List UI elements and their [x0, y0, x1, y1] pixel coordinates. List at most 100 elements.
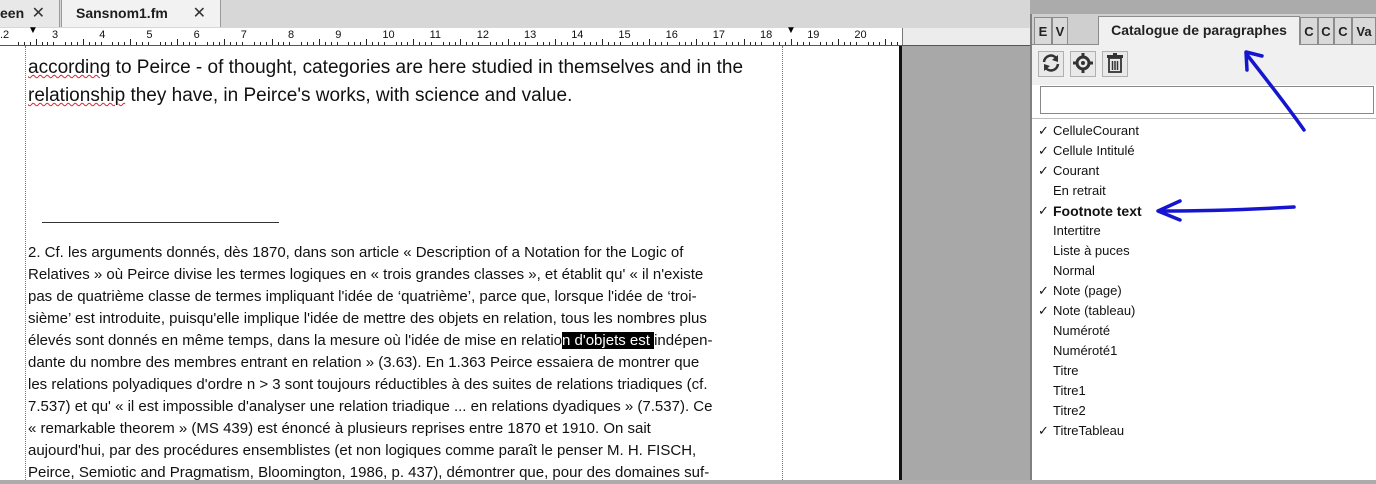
ruler-tick: [584, 42, 586, 45]
paragraph-format-item[interactable]: ✓ Note (tableau): [1032, 301, 1376, 321]
footnote-line: les relations polyadiques d'ordre n > 3 …: [28, 376, 708, 393]
footnote-separator: [42, 222, 279, 223]
close-icon[interactable]: ✕: [32, 0, 45, 27]
ruler-tick: [442, 42, 444, 45]
ruler-label: 18: [760, 29, 773, 41]
text-selection[interactable]: n d'objets est: [562, 332, 655, 349]
ruler-tick: [47, 42, 49, 45]
delete-button[interactable]: [1102, 51, 1128, 77]
text-frame[interactable]: according to Peirce - of thought, catego…: [25, 46, 783, 481]
ruler-tick: [277, 42, 279, 45]
panel-tab-v[interactable]: V: [1052, 17, 1068, 44]
paragraph-format-label: Footnote text: [1053, 203, 1142, 219]
ruler-tick: [666, 42, 668, 45]
paragraph-format-item[interactable]: Titre1: [1032, 381, 1376, 401]
panel-tab-va[interactable]: Va: [1352, 17, 1376, 44]
ruler-tick: [796, 42, 798, 45]
ruler-tick: [879, 42, 881, 45]
paragraph-format-label: Numéroté1: [1053, 343, 1118, 358]
trash-icon: [1107, 53, 1123, 73]
footnote-line: élevés sont donnés en même temps, dans l…: [28, 330, 780, 352]
ruler-tick: [661, 42, 662, 45]
gear-icon: [1073, 53, 1093, 73]
panel-tab-c1[interactable]: C: [1300, 17, 1318, 44]
right-indent-marker[interactable]: ▼: [786, 26, 796, 36]
ruler-tick: [124, 42, 126, 45]
ruler-tick: [330, 42, 332, 45]
ruler-tick: [560, 42, 562, 45]
ruler-label: 6: [193, 29, 200, 41]
paragraph-format-item[interactable]: Intertitre: [1032, 221, 1376, 241]
paragraph-format-item[interactable]: ✓ CelluleCourant: [1032, 121, 1376, 141]
paragraph-format-label: Titre1: [1053, 383, 1086, 398]
check-icon: ✓: [1038, 423, 1049, 438]
ruler-tick: [873, 42, 875, 45]
ruler-tick: [891, 42, 893, 45]
ruler-tick: [230, 42, 232, 45]
ruler-tick: [507, 39, 509, 45]
ruler-tick: [554, 39, 556, 45]
paragraph-format-item[interactable]: Titre2: [1032, 401, 1376, 421]
ruler-tick: [755, 42, 757, 45]
paragraph-format-item[interactable]: Normal: [1032, 261, 1376, 281]
close-icon[interactable]: ✕: [193, 0, 206, 27]
tab-sansnom1[interactable]: Sansnom1.fm ✕: [61, 0, 221, 27]
paragraph-format-list[interactable]: ✓ CelluleCourant ✓ Cellule Intitulé ✓ Courant…: [1032, 118, 1376, 441]
panel-tab-c3[interactable]: C: [1334, 17, 1352, 44]
ruler-tick: [749, 42, 751, 45]
paragraph-format-item[interactable]: ✓ Cellule Intitulé: [1032, 141, 1376, 161]
horizontal-ruler[interactable]: .2 3 4 5 6 7 8 9 10 11 12 13 14 15 16 17 18 19 20 ▼ ▼: [0, 26, 1031, 46]
ruler-tick: [607, 42, 609, 45]
ruler-tick: [885, 39, 887, 45]
ruler-tick: [501, 42, 503, 45]
ruler-tick: [619, 42, 621, 45]
check-icon: ✓: [1038, 143, 1049, 158]
ruler-tick: [177, 39, 179, 45]
paragraph-format-label: Numéroté: [1053, 323, 1111, 338]
ruler-tick: [566, 42, 568, 45]
paragraph-search-input[interactable]: [1040, 86, 1374, 114]
ruler-tick: [495, 42, 497, 45]
body-text[interactable]: according to Peirce - of thought, catego…: [28, 54, 780, 110]
ruler-tick: [849, 42, 851, 45]
ruler-tick: [513, 42, 515, 45]
paragraph-format-item[interactable]: Liste à puces: [1032, 241, 1376, 261]
check-icon: ✓: [1038, 283, 1049, 298]
paragraph-format-item[interactable]: En retrait: [1032, 181, 1376, 201]
ruler-tick: [407, 42, 409, 45]
ruler-tick: [743, 39, 745, 45]
ruler-tick: [843, 42, 845, 45]
ruler-tick: [147, 42, 149, 45]
ruler-tick: [165, 42, 167, 45]
paragraph-format-item[interactable]: ✓ TitreTableau: [1032, 421, 1376, 441]
tab-document-1[interactable]: een ✕: [0, 0, 60, 27]
left-indent-marker[interactable]: ▼: [28, 26, 38, 36]
tab-paragraph-catalog[interactable]: Catalogue de paragraphes: [1098, 16, 1300, 45]
footnote-text-segment: indépen-: [654, 332, 713, 349]
paragraph-format-item[interactable]: Titre: [1032, 361, 1376, 381]
paragraph-format-label: Courant: [1053, 163, 1100, 178]
ruler-tick: [643, 42, 645, 45]
panel-tab-c2[interactable]: C: [1318, 17, 1334, 44]
paragraph-format-item[interactable]: ✓ Courant: [1032, 161, 1376, 181]
paragraph-format-label: En retrait: [1053, 183, 1106, 198]
paragraph-format-item[interactable]: Numéroté1: [1032, 341, 1376, 361]
panel-tab-e[interactable]: E: [1034, 17, 1052, 44]
paragraph-format-item[interactable]: ✓ Note (page): [1032, 281, 1376, 301]
ruler-tick: [808, 42, 810, 45]
ruler-label: 13: [524, 29, 537, 41]
paragraph-format-label: Liste à puces: [1053, 243, 1130, 258]
ruler-tick: [784, 42, 786, 45]
paragraph-format-item[interactable]: Numéroté: [1032, 321, 1376, 341]
ruler-tick: [88, 42, 90, 45]
ruler-tick: [65, 42, 67, 45]
refresh-button[interactable]: [1038, 51, 1064, 77]
ruler-tick: [189, 42, 190, 45]
ruler-tick: [708, 42, 710, 45]
paragraph-format-item[interactable]: ✓ Footnote text: [1032, 201, 1376, 221]
paragraph-format-label: Cellule Intitulé: [1053, 143, 1135, 158]
ruler-tick: [112, 42, 114, 45]
footnote-text[interactable]: 2. Cf. les arguments donnés, dès 1870, d…: [28, 242, 780, 484]
footnote-line: Relatives » où Peirce divise les termes …: [28, 266, 704, 283]
settings-button[interactable]: [1070, 51, 1096, 77]
